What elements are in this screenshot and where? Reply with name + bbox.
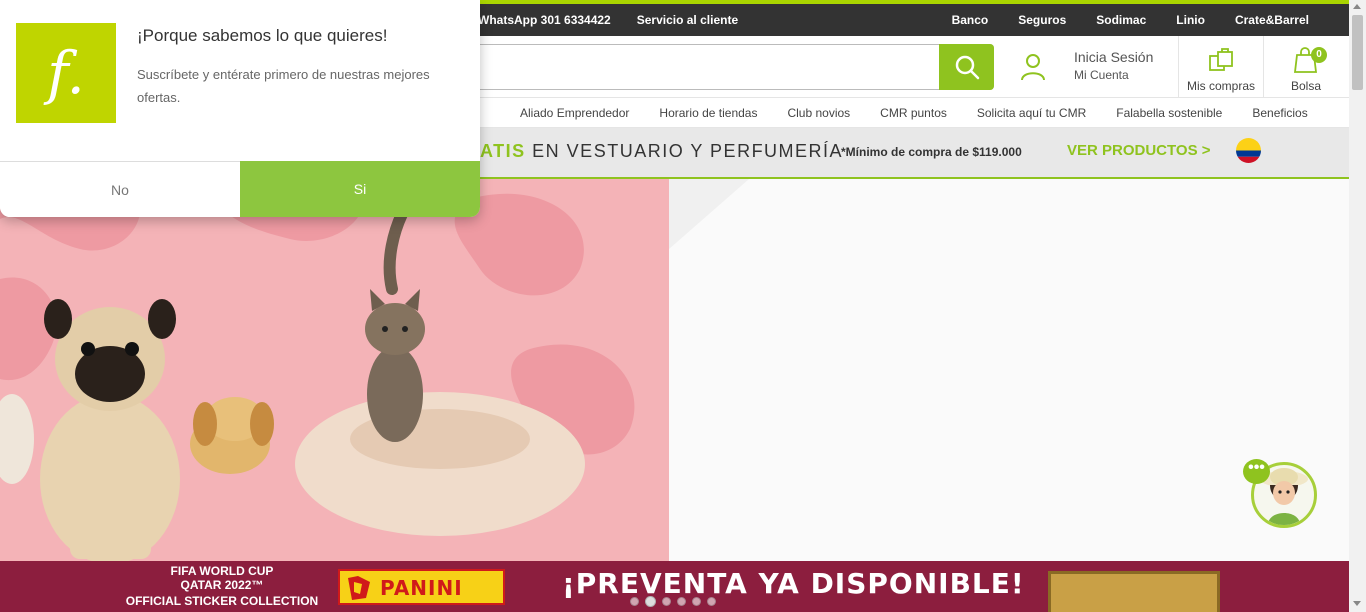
linio-link[interactable]: Linio (1176, 13, 1205, 27)
popup-body: Suscríbete y entérate primero de nuestra… (137, 67, 430, 105)
nav-item-beneficios[interactable]: Beneficios (1252, 106, 1307, 120)
shopping-bags-icon (1209, 48, 1233, 71)
seguros-link[interactable]: Seguros (1018, 13, 1066, 27)
top-bar-right: Banco Seguros Sodimac Linio Crate&Barrel (952, 13, 1309, 27)
user-icon (1021, 54, 1045, 81)
popup-no-button[interactable]: No (0, 161, 240, 217)
sodimac-link[interactable]: Sodimac (1096, 13, 1146, 27)
banco-link[interactable]: Banco (952, 13, 989, 27)
fifa-line-3: OFFICIAL STICKER COLLECTION (125, 594, 319, 608)
my-purchases-button[interactable]: Mis compras (1181, 36, 1261, 98)
page-scrollbar[interactable] (1349, 0, 1366, 612)
nav-item-sostenible[interactable]: Falabella sostenible (1116, 106, 1222, 120)
hero-carousel[interactable] (0, 179, 1349, 561)
panini-logo: PANINI (338, 569, 505, 605)
carousel-dot[interactable] (677, 597, 686, 606)
carousel-dot[interactable] (692, 597, 701, 606)
my-account-label: Mi Cuenta (1074, 68, 1129, 82)
search-box (470, 44, 994, 90)
nav-item-club-novios[interactable]: Club novios (787, 106, 850, 120)
search-button[interactable] (939, 44, 994, 90)
view-products-link[interactable]: VER PRODUCTOS > (1067, 142, 1211, 159)
sticker-pack-image (1048, 571, 1220, 612)
presale-headline: ¡PREVENTA YA DISPONIBLE! (562, 567, 1025, 600)
scroll-thumb[interactable] (1352, 15, 1363, 90)
carousel-dot-active[interactable] (645, 596, 656, 607)
promo-minimum: *Mínimo de compra de $119.000 (841, 145, 1022, 159)
fifa-line-2: QATAR 2022™ (180, 578, 264, 592)
nav-item-cmr-puntos[interactable]: CMR puntos (880, 106, 947, 120)
header-divider (1263, 36, 1264, 98)
cart-count-badge: 0 (1311, 47, 1327, 63)
hero-right-panel (669, 179, 1349, 561)
popup-title: ¡Porque sabemos lo que quieres! (137, 26, 388, 45)
header-divider (1178, 36, 1179, 98)
nav-item-horario[interactable]: Horario de tiendas (659, 106, 757, 120)
scroll-up-arrow-icon[interactable] (1353, 4, 1361, 9)
popup-yes-button[interactable]: Si (240, 161, 480, 217)
login-label: Inicia Sesión (1074, 49, 1154, 65)
search-icon (955, 55, 979, 80)
promo-rest: EN VESTUARIO Y PERFUMERÍA (525, 141, 844, 161)
chat-dots-icon[interactable]: ••• (1243, 459, 1270, 484)
nav-item-solicita-cmr[interactable]: Solicita aquí tu CMR (977, 106, 1086, 120)
promo-text: ATIS EN VESTUARIO Y PERFUMERÍA (480, 141, 843, 162)
panini-text: PANINI (380, 576, 463, 600)
my-purchases-label: Mis compras (1186, 79, 1255, 93)
fifa-world-cup-logo: FIFA WORLD CUP QATAR 2022™ OFFICIAL STIC… (112, 564, 332, 608)
notification-popup: f. ¡Porque sabemos lo que quieres! Suscr… (0, 0, 480, 217)
account-menu[interactable]: Inicia Sesión Mi Cuenta (1018, 46, 1178, 90)
falabella-logo-text: f. (47, 39, 85, 107)
top-bar-left: WhatsApp 301 6334422 Servicio al cliente (478, 13, 738, 27)
falabella-logo: f. (16, 23, 116, 123)
carousel-dot[interactable] (707, 597, 716, 606)
cart-label: Bolsa (1290, 79, 1322, 93)
hero-pets-image[interactable] (0, 179, 669, 561)
cart-button[interactable]: 0 Bolsa (1266, 36, 1346, 98)
nav-item-aliado[interactable]: Aliado Emprendedor (520, 106, 629, 120)
scroll-down-arrow-icon[interactable] (1353, 601, 1361, 606)
fifa-line-1: FIFA WORLD CUP (170, 564, 274, 578)
carousel-dot[interactable] (662, 597, 671, 606)
promo-highlight: ATIS (480, 141, 526, 161)
carousel-dot[interactable] (630, 597, 639, 606)
carousel-dots (630, 596, 716, 607)
whatsapp-link[interactable]: WhatsApp 301 6334422 (478, 13, 611, 27)
customer-service-link[interactable]: Servicio al cliente (637, 13, 738, 27)
crate-barrel-link[interactable]: Crate&Barrel (1235, 13, 1309, 27)
search-input[interactable] (481, 55, 931, 79)
colombia-flag-icon[interactable] (1236, 138, 1261, 163)
page: WhatsApp 301 6334422 Servicio al cliente… (0, 0, 1366, 612)
